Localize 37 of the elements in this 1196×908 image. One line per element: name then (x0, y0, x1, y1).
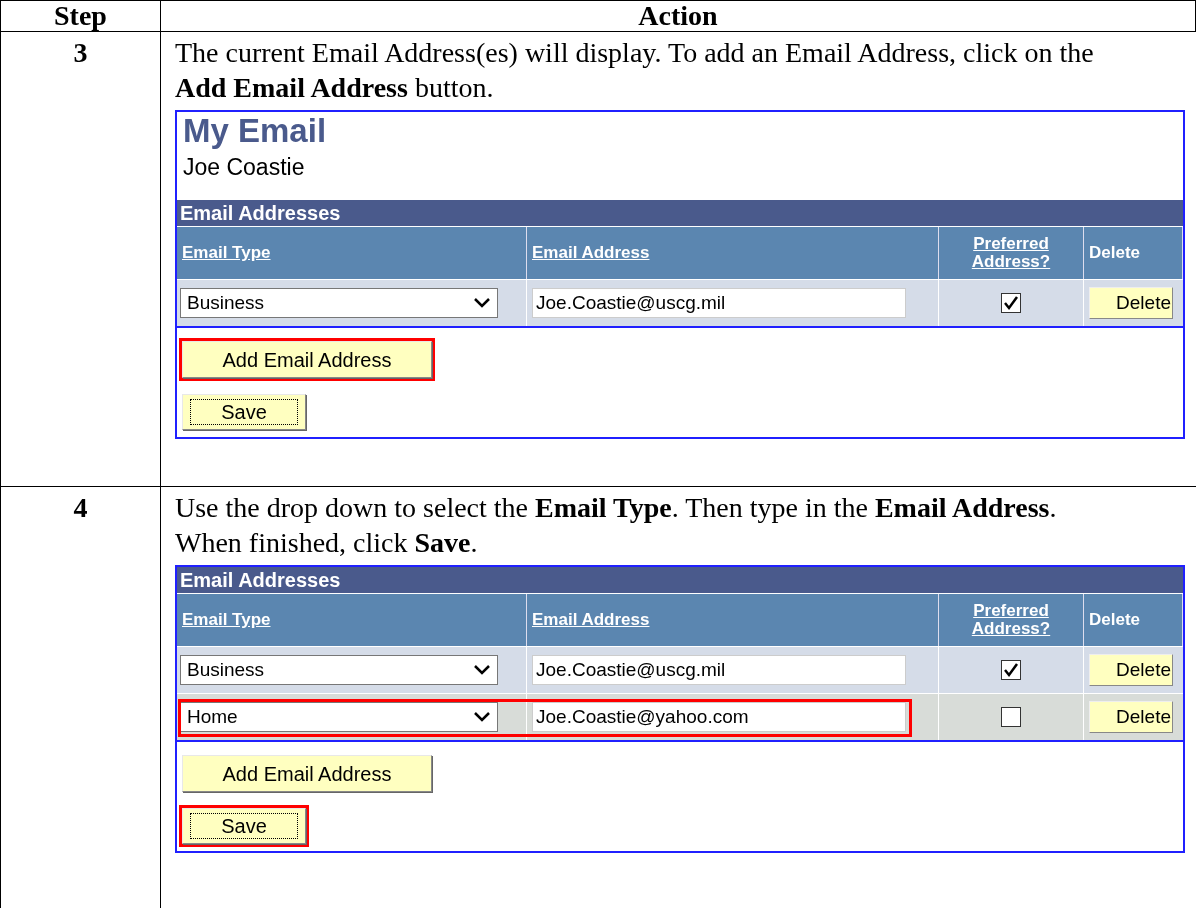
sort-link[interactable]: Email Address (532, 244, 650, 262)
column-header: Delete (1089, 611, 1141, 629)
grid-title-bar: Email Addresses (177, 567, 1183, 593)
sort-link[interactable]: Email Type (182, 244, 271, 262)
column-header: Delete (1089, 244, 1141, 262)
instruction-text: The current Email Address(es) will display. To add an Email Address, click on the Add Email Address button. (175, 36, 1095, 105)
add-email-button[interactable]: Add Email Address (182, 341, 432, 378)
email-address-field[interactable]: Joe.Coastie@uscg.mil (532, 288, 906, 318)
email-address-field[interactable]: Joe.Coastie@yahoo.com (532, 702, 906, 732)
sort-link[interactable]: Preferred Address? (944, 602, 1078, 638)
step-number: 4 (72, 491, 89, 525)
chevron-down-icon (473, 664, 491, 676)
email-type-dropdown[interactable]: Home (180, 702, 498, 732)
save-button[interactable]: Save (182, 394, 306, 430)
preferred-checkbox[interactable] (1001, 707, 1021, 727)
user-name: Joe Coastie (182, 153, 306, 182)
column-header: Step (1, 1, 161, 31)
instruction-text: Use the drop down to select the Email Type. Then type in the Email Address. When finished, click Save. (175, 491, 1058, 560)
grid-title-bar: Email Addresses (177, 200, 1183, 226)
email-type-dropdown[interactable]: Business (180, 655, 498, 685)
save-button[interactable]: Save (182, 808, 306, 844)
chevron-down-icon (473, 711, 491, 723)
preferred-checkbox[interactable] (1001, 660, 1021, 680)
add-email-button[interactable]: Add Email Address (182, 755, 432, 792)
column-header: Action (161, 1, 1196, 31)
sort-link[interactable]: Email Address (532, 611, 650, 629)
delete-button[interactable]: Delete (1089, 287, 1173, 319)
chevron-down-icon (473, 297, 491, 309)
sort-link[interactable]: Email Type (182, 611, 271, 629)
step-number: 3 (72, 36, 89, 70)
sort-link[interactable]: Preferred Address? (944, 235, 1078, 271)
page-title: My Email (182, 112, 328, 150)
email-type-dropdown[interactable]: Business (180, 288, 498, 318)
delete-button[interactable]: Delete (1089, 701, 1173, 733)
preferred-checkbox[interactable] (1001, 293, 1021, 313)
delete-button[interactable]: Delete (1089, 654, 1173, 686)
email-address-field[interactable]: Joe.Coastie@uscg.mil (532, 655, 906, 685)
